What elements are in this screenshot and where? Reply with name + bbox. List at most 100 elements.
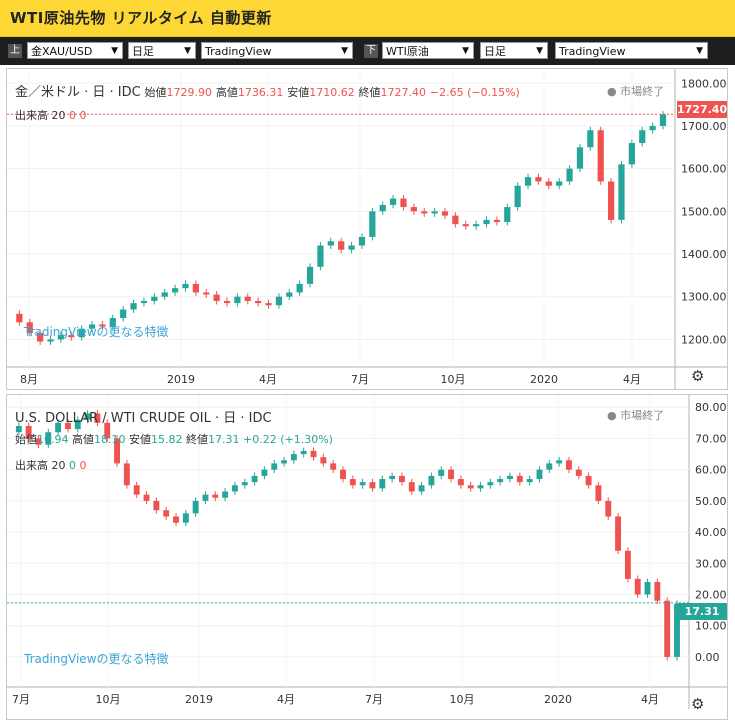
oil-candle-body xyxy=(428,475,435,486)
oil-candle-body xyxy=(271,463,278,470)
gold-watermark-link[interactable]: TradingViewの更なる特徴 xyxy=(24,323,169,340)
lower-period-select[interactable]: 日足 ▼ xyxy=(480,42,548,59)
oil-candle-body xyxy=(300,450,307,455)
gold-volume-b: 0 xyxy=(79,109,87,122)
oil-candle-body xyxy=(546,463,553,470)
chevron-down-icon: ▼ xyxy=(536,46,543,56)
gold-settings-gear-icon[interactable]: ⚙ xyxy=(691,367,704,385)
gold-candle-body xyxy=(306,266,314,284)
gold-volume-label: 出来高 20 xyxy=(15,109,66,122)
gold-candle-body xyxy=(421,211,428,214)
gold-candle-body xyxy=(234,296,241,304)
oil-candle-body xyxy=(644,582,651,595)
upper-period-select[interactable]: 日足 ▼ xyxy=(128,42,196,59)
chevron-down-icon: ▼ xyxy=(111,46,118,56)
oil-settings-gear-icon[interactable]: ⚙ xyxy=(691,695,704,713)
oil-candle-body xyxy=(192,500,199,514)
gold-chart-canvas[interactable]: 1200.00 1300.00 1400.00 1500.00 1600.00 1700.… xyxy=(7,69,727,389)
oil-y-tick-label: 40.00 xyxy=(695,526,727,539)
gold-candle-body xyxy=(389,198,397,205)
oil-candle-body xyxy=(595,485,602,501)
lower-symbol-value: WTI原油 xyxy=(386,45,429,58)
lower-source-select[interactable]: TradingView ▼ xyxy=(555,42,708,59)
gold-y-tick-label: 1700.00 xyxy=(681,120,727,133)
oil-candle-body xyxy=(320,457,327,464)
oil-candle-body xyxy=(241,482,248,486)
gold-change: −2.65 (−0.15%) xyxy=(429,86,520,99)
oil-candle-body xyxy=(310,450,317,458)
oil-candle-body xyxy=(173,516,179,523)
gold-candle-body xyxy=(286,292,293,297)
gold-candle-body xyxy=(628,143,635,165)
oil-chart-panel[interactable]: 0.00 10.00 20.00 30.00 40.00 50.00 60.00 70.00 8… xyxy=(6,394,728,720)
gold-x-tick-label: 8月 xyxy=(20,373,38,386)
gold-x-tick-label: 2019 xyxy=(167,373,195,386)
gold-chart-panel[interactable]: 1200.00 1300.00 1400.00 1500.00 1600.00 1700.… xyxy=(6,68,728,390)
upper-source-select[interactable]: TradingView ▼ xyxy=(201,42,353,59)
gold-candle-body xyxy=(130,303,137,310)
oil-candle-body xyxy=(389,475,396,480)
oil-high-label: 高値 xyxy=(72,433,94,446)
gold-candle-body xyxy=(369,211,376,237)
oil-candle-body xyxy=(290,454,297,461)
oil-candle-body xyxy=(565,460,572,470)
oil-x-tick-label: 7月 xyxy=(12,693,30,706)
chevron-down-icon: ▼ xyxy=(184,46,191,56)
oil-candle-body xyxy=(467,485,474,489)
upper-symbol-select[interactable]: 金XAU/USD ▼ xyxy=(27,42,123,59)
oil-open: 16.94 xyxy=(37,433,69,446)
oil-candle-body xyxy=(281,460,288,464)
upper-source-value: TradingView xyxy=(205,45,272,58)
gold-candle-body xyxy=(327,241,334,246)
oil-candle-body xyxy=(212,494,219,498)
oil-candle-body xyxy=(615,516,622,551)
gold-candle-body xyxy=(213,294,220,301)
gold-candle-body xyxy=(441,211,449,216)
gold-candle-body xyxy=(171,288,179,293)
oil-candle-body xyxy=(398,475,405,483)
gold-low-label: 安値 xyxy=(287,86,310,99)
oil-candle-body xyxy=(379,479,386,489)
chevron-down-icon: ▼ xyxy=(341,46,348,56)
gold-candle-body xyxy=(223,300,231,304)
oil-candle-body xyxy=(182,513,189,523)
gold-candle-body xyxy=(535,177,542,182)
gold-candle-body xyxy=(379,204,386,212)
oil-watermark-link[interactable]: TradingViewの更なる特徴 xyxy=(24,650,169,667)
oil-volume: 出来高 20 0 0 xyxy=(15,457,87,473)
gold-y-tick-label: 1600.00 xyxy=(681,163,727,176)
gold-candle-body xyxy=(161,292,168,297)
gold-candle-body xyxy=(566,168,573,182)
lower-chart-tag: 下 xyxy=(364,44,378,58)
oil-candle-body xyxy=(369,482,376,489)
upper-chart-tag: 上 xyxy=(8,44,22,58)
oil-candle-body xyxy=(634,578,641,595)
gold-symbol: 金／米ドル · 日 · IDC xyxy=(15,85,141,100)
lower-source-value: TradingView xyxy=(559,45,626,58)
oil-market-status: ● 市場終了 xyxy=(607,409,665,422)
gold-x-tick-label: 4月 xyxy=(259,373,277,386)
gold-volume: 出来高 20 0 0 xyxy=(15,107,87,123)
gold-candle-body xyxy=(192,283,199,293)
gold-x-tick-label: 10月 xyxy=(441,373,466,386)
oil-x-tick-label: 4月 xyxy=(641,693,659,706)
gold-candle-body xyxy=(462,224,469,227)
oil-candle-body xyxy=(143,494,150,501)
oil-low-label: 安値 xyxy=(129,433,151,446)
gold-x-tick-label: 4月 xyxy=(623,373,641,386)
gold-candle-body xyxy=(265,303,272,306)
gold-candle-body xyxy=(400,198,407,208)
oil-candle-body xyxy=(408,482,415,492)
title-bar: WTI原油先物 リアルタイム 自動更新 xyxy=(0,0,735,37)
oil-last-price-tag: 17.31 xyxy=(677,603,727,620)
oil-candle-body xyxy=(526,479,533,483)
gold-candle-body xyxy=(483,219,490,225)
gold-x-tick-label: 7月 xyxy=(351,373,369,386)
gold-candle-body xyxy=(545,181,552,186)
gold-close: 1727.40 xyxy=(380,86,427,99)
oil-candle-body xyxy=(536,469,543,480)
oil-candle-body xyxy=(448,469,455,480)
lower-symbol-select[interactable]: WTI原油 ▼ xyxy=(382,42,474,59)
page-title: WTI原油先物 リアルタイム 自動更新 xyxy=(10,9,272,27)
gold-x-tick-label: 2020 xyxy=(530,373,558,386)
